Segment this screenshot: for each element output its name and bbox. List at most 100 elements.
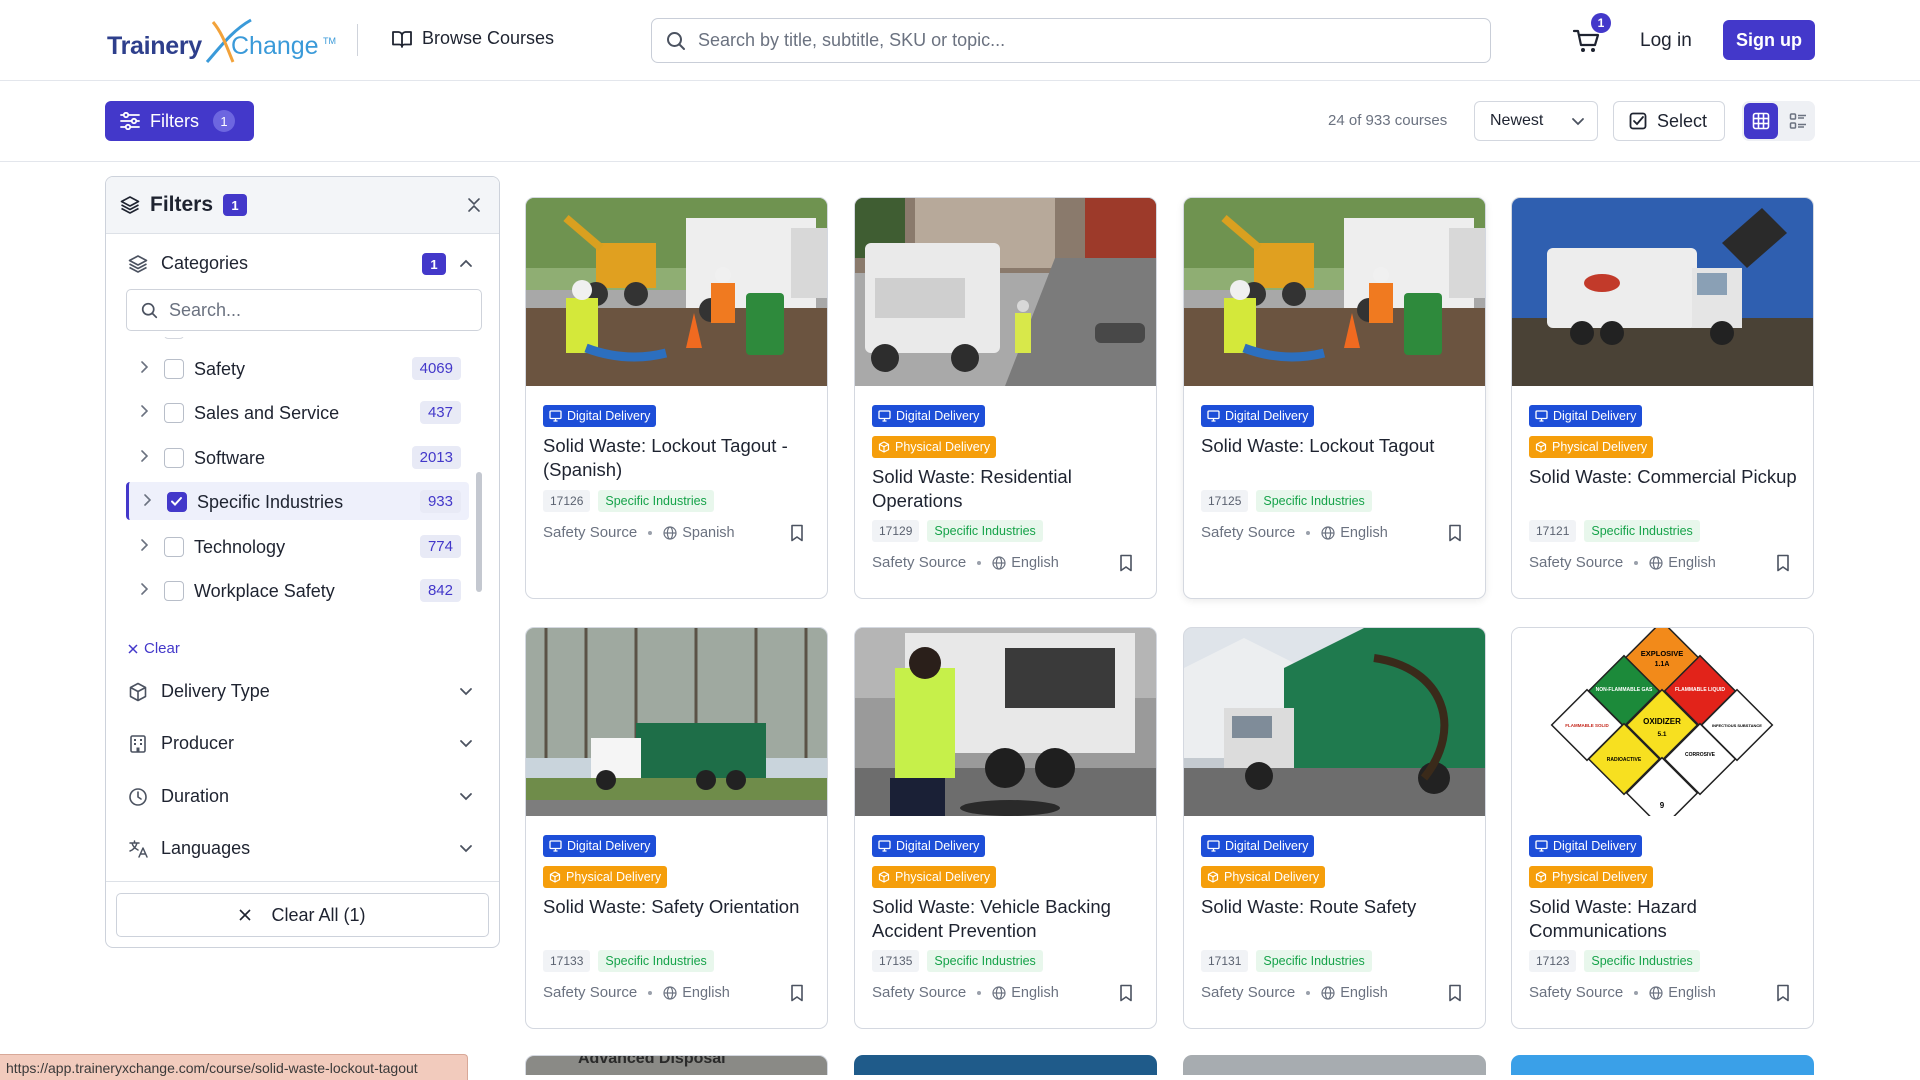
monitor-icon (1207, 840, 1220, 852)
category-item-safety[interactable]: Safety 4069 (126, 349, 469, 387)
course-card-peek[interactable] (854, 1055, 1157, 1075)
bookmark-icon[interactable] (789, 984, 805, 1002)
course-thumbnail (1184, 628, 1485, 816)
category-item-workplace-safety[interactable]: Workplace Safety 842 (126, 571, 469, 609)
signup-button[interactable]: Sign up (1723, 20, 1815, 60)
sort-select[interactable]: Newest (1474, 101, 1598, 141)
course-title: Solid Waste: Vehicle Backing Accident Pr… (872, 896, 1111, 941)
tag-label: Digital Delivery (1553, 409, 1637, 423)
result-count: 24 of 933 courses (1328, 112, 1448, 129)
delivery-type-section[interactable]: Delivery Type (128, 681, 485, 702)
bookmark-icon[interactable] (1447, 524, 1463, 542)
course-thumbnail (526, 628, 827, 816)
filters-panel-count: 1 (223, 194, 248, 216)
collapse-icon[interactable] (467, 197, 481, 213)
category-item-sales-and-service[interactable]: Sales and Service 437 (126, 393, 469, 431)
category-search-box[interactable] (126, 289, 482, 331)
course-card-peek[interactable]: Advanced Disposal (525, 1055, 828, 1075)
chevron-right-icon (141, 450, 148, 462)
physical-delivery-tag: Physical Delivery (872, 866, 997, 888)
list-view-button[interactable] (1782, 103, 1814, 139)
bookmark-icon[interactable] (1118, 984, 1134, 1002)
browse-courses-link[interactable]: Browse Courses (392, 28, 554, 49)
category-checkbox[interactable] (164, 581, 184, 601)
course-language: English (992, 985, 1059, 1001)
producer-section[interactable]: Producer (128, 733, 485, 754)
category-checkbox[interactable] (164, 537, 184, 557)
bookmark-icon[interactable] (789, 524, 805, 542)
sliders-icon (120, 112, 140, 130)
digital-delivery-tag: Digital Delivery (1529, 405, 1643, 427)
course-footer: Safety Source English (1201, 984, 1473, 1002)
producer-name: Safety Source (1201, 524, 1296, 541)
course-card-peek[interactable] (1511, 1055, 1814, 1075)
delivery-tags: Digital Delivery Physical Delivery (1529, 835, 1654, 888)
tag-label: Physical Delivery (566, 870, 662, 884)
section-title: Duration (161, 786, 230, 806)
bookmark-icon[interactable] (1447, 984, 1463, 1002)
course-card[interactable]: Digital Delivery Physical Delivery Solid… (1183, 627, 1486, 1029)
list-icon (1789, 113, 1806, 129)
section-title: Producer (161, 733, 235, 753)
logo-text-change: Change (231, 32, 319, 60)
category-checkbox[interactable] (164, 448, 184, 468)
globe-icon (663, 525, 677, 540)
chevron-down-icon (460, 688, 472, 696)
hazmat-label: 1.1A (1655, 661, 1670, 668)
layers-icon (128, 254, 148, 273)
physical-delivery-tag: Physical Delivery (1529, 866, 1654, 888)
course-language: English (1321, 985, 1388, 1001)
course-title: Solid Waste: Residential Operations (872, 466, 1072, 511)
clear-categories-link[interactable]: Clear (128, 640, 180, 657)
globe-icon (1649, 985, 1663, 1000)
bookmark-icon[interactable] (1118, 554, 1134, 572)
duration-section[interactable]: Duration (128, 786, 485, 807)
course-card[interactable]: Digital Delivery Physical Delivery Solid… (525, 627, 828, 1029)
producer-name: Safety Source (1201, 984, 1296, 1001)
course-card[interactable]: EXPLOSIVE 1.1A NON-FLAMMABLE GAS FLAMMAB… (1511, 627, 1814, 1029)
course-search-box[interactable] (651, 18, 1491, 63)
bookmark-icon[interactable] (1775, 984, 1791, 1002)
course-card[interactable]: Digital Delivery Solid Waste: Lockout Ta… (1183, 197, 1486, 599)
course-card[interactable]: Digital Delivery Physical Delivery Solid… (854, 197, 1157, 599)
monitor-icon (1535, 410, 1548, 422)
category-checkbox-checked[interactable] (167, 492, 187, 512)
course-title: Solid Waste: Lockout Tagout (1201, 435, 1435, 456)
grid-view-button[interactable] (1744, 103, 1778, 139)
category-item-software[interactable]: Software 2013 (126, 438, 469, 476)
category-item-specific-industries[interactable]: Specific Industries 933 (126, 482, 469, 520)
delivery-tags: Digital Delivery (543, 405, 657, 427)
course-thumbnail (855, 198, 1156, 386)
course-card[interactable]: Digital Delivery Physical Delivery Solid… (854, 627, 1157, 1029)
category-search-input[interactable] (169, 299, 469, 321)
category-checkbox[interactable] (164, 359, 184, 379)
monitor-icon (1207, 410, 1220, 422)
course-card[interactable]: Digital Delivery Solid Waste: Lockout Ta… (525, 197, 828, 599)
course-meta: 17125 Specific Industries (1201, 490, 1372, 512)
bookmark-icon[interactable] (1775, 554, 1791, 572)
hazmat-label: CORROSIVE (1685, 752, 1716, 758)
course-footer: Safety Source English (872, 984, 1144, 1002)
filters-toggle-button[interactable]: Filters 1 (105, 101, 254, 141)
search-input[interactable] (698, 30, 1458, 51)
category-list-scrollbar[interactable] (476, 337, 482, 629)
chevron-right-icon (141, 405, 148, 417)
course-card[interactable]: Digital Delivery Physical Delivery Solid… (1511, 197, 1814, 599)
category-item-technology[interactable]: Technology 774 (126, 527, 469, 565)
select-mode-button[interactable]: Select (1613, 101, 1725, 141)
categories-section-header[interactable]: Categories 1 (128, 253, 485, 275)
separator-dot (648, 530, 653, 535)
scrollbar-thumb[interactable] (476, 472, 482, 592)
languages-section[interactable]: Languages (128, 838, 485, 859)
filters-panel: Filters 1 Categories 1 Safety 4069 Sales… (105, 176, 500, 948)
category-checkbox[interactable] (164, 403, 184, 423)
clear-all-button[interactable]: Clear All (1) (116, 893, 489, 937)
course-card-peek[interactable] (1183, 1055, 1486, 1075)
globe-icon (992, 985, 1006, 1000)
course-language: English (663, 985, 730, 1001)
language-label: English (1668, 984, 1716, 1001)
sku-badge: 17125 (1201, 490, 1249, 512)
login-link[interactable]: Log in (1640, 30, 1692, 52)
site-logo[interactable]: Trainery Change TM (107, 16, 336, 66)
sort-value: Newest (1490, 112, 1544, 129)
